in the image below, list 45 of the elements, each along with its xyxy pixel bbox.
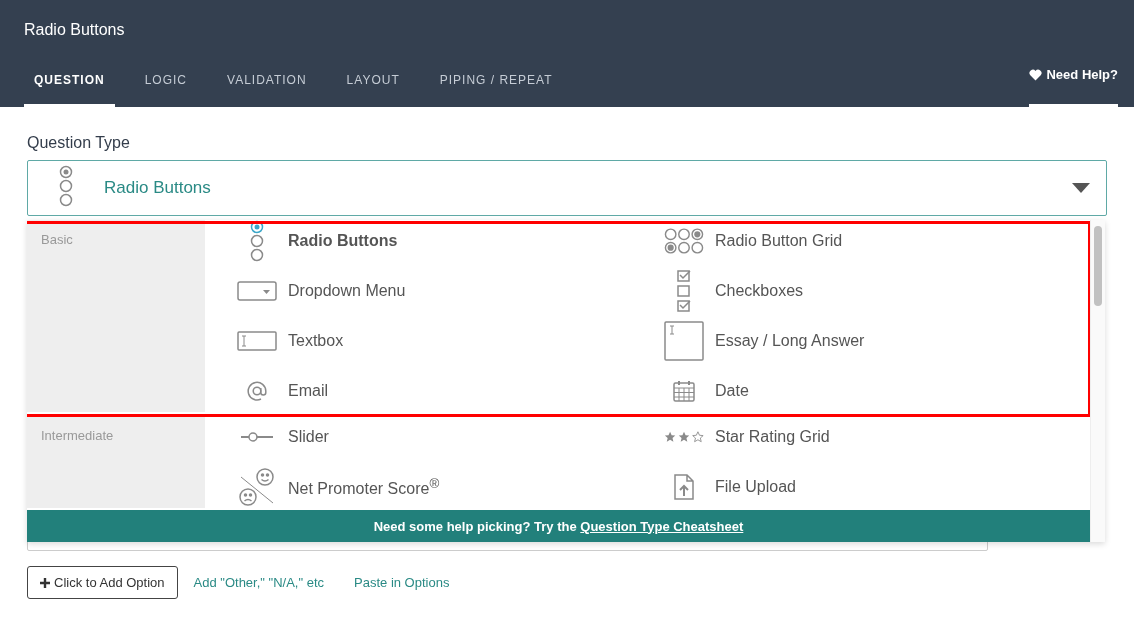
smiley-faces-icon xyxy=(237,467,277,507)
question-type-select[interactable]: Radio Buttons xyxy=(27,160,1107,216)
file-upload-icon xyxy=(672,474,696,500)
scrollbar-thumb[interactable] xyxy=(1094,226,1102,306)
field-label: Question Type xyxy=(27,134,130,152)
question-type-option[interactable]: Checkboxes xyxy=(664,270,1090,312)
at-sign-icon xyxy=(246,380,268,402)
heart-icon xyxy=(1029,68,1043,81)
tab[interactable]: VALIDATION xyxy=(217,69,317,107)
page-title: Radio Buttons xyxy=(24,21,125,39)
tab[interactable]: LAYOUT xyxy=(336,69,410,107)
calendar-icon xyxy=(672,379,696,403)
question-type-option[interactable]: Radio Button Grid xyxy=(664,220,1090,262)
radio-buttons-icon xyxy=(58,165,74,207)
radio-grid-icon xyxy=(664,227,704,255)
category-label: Intermediate xyxy=(41,428,114,443)
category-label: Basic xyxy=(41,232,73,247)
question-type-option[interactable]: Textbox xyxy=(237,320,664,362)
tab[interactable]: PIPING / REPEAT xyxy=(429,69,563,107)
question-type-option[interactable]: Net Promoter Score$^{®}$ xyxy=(237,466,664,508)
question-type-option[interactable]: File Upload xyxy=(664,466,1090,508)
add-option-button[interactable]: Click to Add Option xyxy=(27,566,178,599)
text-area-icon xyxy=(664,321,704,361)
tab[interactable]: LOGIC xyxy=(134,69,197,107)
text-link[interactable]: Add "Other," "N/A," etc xyxy=(193,575,325,590)
cheatsheet-link[interactable]: Question Type Cheatsheet xyxy=(580,518,744,534)
scrollbar[interactable] xyxy=(1090,220,1105,542)
slider-icon xyxy=(239,431,275,443)
help-link[interactable]: Need Help? xyxy=(1029,67,1118,107)
text-link[interactable]: Paste in Options xyxy=(354,575,450,590)
caret-icon xyxy=(1072,183,1090,193)
question-type-option[interactable]: Email xyxy=(237,370,664,412)
help-text: Need some help picking? Try the Question Type Cheatsheet xyxy=(373,518,744,534)
textbox-icon xyxy=(237,330,277,352)
question-type-option[interactable]: Star Rating Grid xyxy=(664,416,1090,458)
plus-icon xyxy=(40,577,50,588)
question-type-option[interactable]: Essay / Long Answer xyxy=(664,320,1090,362)
star-rating-icon xyxy=(664,430,704,444)
question-type-option[interactable]: Radio Buttons xyxy=(237,220,664,262)
question-type-option[interactable]: Date xyxy=(664,370,1090,412)
dropdown-icon xyxy=(237,280,277,302)
tab[interactable]: QUESTION xyxy=(24,69,115,107)
checkboxes-icon xyxy=(676,270,692,312)
question-type-option[interactable]: Dropdown Menu xyxy=(237,270,664,312)
question-type-option[interactable]: Slider xyxy=(237,416,664,458)
